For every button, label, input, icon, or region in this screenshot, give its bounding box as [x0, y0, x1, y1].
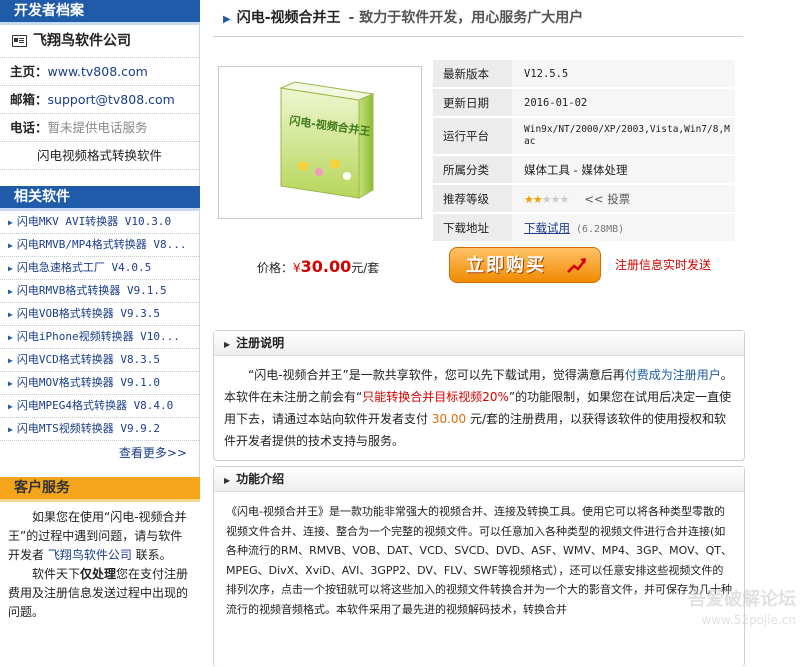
product-image-frame: 闪电-视频合并王: [218, 66, 422, 219]
triangle-bullet-icon: ▶: [8, 264, 13, 273]
developer-profile: 飞翔鸟软件公司 主页：www.tv808.com 邮箱：support@tv80…: [0, 25, 200, 186]
software-box-image: 闪电-视频合并王: [279, 81, 375, 199]
registration-section-header: ▶ 注册说明: [214, 331, 744, 356]
related-software-header: 相关软件: [0, 186, 200, 211]
triangle-bullet-icon: ▶: [8, 333, 13, 342]
customer-service-header: 客户服务: [0, 477, 200, 502]
info-row-rating: 推荐等级 ★★★★★ << 投票: [433, 184, 735, 214]
related-item[interactable]: ▶ 闪电VOB格式转换器 V9.3.5: [0, 303, 199, 326]
related-item[interactable]: ▶ 闪电RMVB格式转换器 V9.1.5: [0, 280, 199, 303]
email-row: 邮箱：support@tv808.com: [0, 86, 199, 114]
triangle-bullet-icon: ▶: [8, 241, 13, 250]
info-row-download: 下载地址 下载试用 (6.28MB): [433, 213, 735, 243]
homepage-link[interactable]: www.tv808.com: [48, 64, 148, 79]
triangle-bullet-icon: ▶: [8, 287, 13, 296]
rating-stars: ★★★★★: [524, 192, 570, 206]
developer-profile-header: 开发者档案: [0, 0, 200, 25]
see-more-link[interactable]: 查看更多>>: [119, 446, 187, 460]
triangle-right-icon: ▶: [223, 14, 231, 25]
company-name: 飞翔鸟软件公司: [0, 25, 199, 57]
star-empty-icon: ★★★: [541, 192, 570, 206]
related-item[interactable]: ▶ 闪电MTS视频转换器 V9.9.2: [0, 418, 199, 441]
related-item[interactable]: ▶ 闪电RMVB/MP4格式转换器 V8...: [0, 234, 199, 257]
trend-arrow-icon: [567, 258, 586, 273]
customer-service-text: 如果您在使用“闪电-视频合并王”的过程中遇到问题，请与软件开发者 飞翔鸟软件公司…: [8, 510, 189, 619]
triangle-bullet-icon: ▶: [8, 218, 13, 227]
vote-link[interactable]: << 投票: [584, 192, 630, 206]
buy-now-button[interactable]: 立即购买: [449, 247, 601, 283]
software-info-table: 最新版本 V12.5.5 更新日期 2016-01-02 运行平台 Win9x/NT/…: [433, 60, 735, 243]
triangle-bullet-icon: ▶: [8, 402, 13, 411]
registration-section: ▶ 注册说明 “闪电-视频合并王”是一款共享软件，您可以先下载试用，觉得满意后再付…: [213, 330, 745, 461]
related-software-list: ▶ 闪电MKV AVI转换器 V10.3.0 ▶ 闪电RMVB/MP4格式转换器 V…: [0, 211, 200, 477]
download-trial-link[interactable]: 下载试用: [524, 221, 570, 235]
product-line: 闪电视频格式转换软件: [0, 142, 199, 170]
triangle-bullet-icon: ▶: [8, 356, 13, 365]
homepage-row: 主页：www.tv808.com: [0, 57, 199, 86]
business-card-icon: [12, 35, 27, 47]
page-title: ▶ 闪电-视频合并王 - 致力于软件开发，用心服务广大用户: [213, 0, 743, 37]
triangle-bullet-icon: ▶: [8, 425, 13, 434]
related-item[interactable]: ▶ 闪电iPhone视频转换器 V10...: [0, 326, 199, 349]
triangle-bullet-icon: ▶: [8, 379, 13, 388]
price: 价格：¥30.00元/套: [257, 257, 380, 276]
registration-note: 注册信息实时发送: [615, 258, 712, 272]
site-watermark: 吾爱破解论坛 www.52pojie.cn: [688, 589, 796, 628]
email-link[interactable]: support@tv808.com: [48, 92, 175, 107]
related-item[interactable]: ▶ 闪电MKV AVI转换器 V10.3.0: [0, 211, 199, 234]
phone-row: 电话：暂未提供电话服务: [0, 114, 199, 142]
related-item[interactable]: ▶ 闪电MPEG4格式转换器 V8.4.0: [0, 395, 199, 418]
info-row-updated: 更新日期 2016-01-02: [433, 88, 735, 118]
developer-link[interactable]: 飞翔鸟软件公司: [48, 548, 132, 562]
features-section-header: ▶ 功能介绍: [214, 467, 744, 492]
related-item[interactable]: ▶ 闪电MOV格式转换器 V9.1.0: [0, 372, 199, 395]
triangle-bullet-icon: ▶: [8, 310, 13, 319]
info-row-version: 最新版本 V12.5.5: [433, 60, 735, 89]
features-section: ▶ 功能介绍 《闪电-视频合并王》是一款功能非常强大的视频合并、连接及转换工具。使…: [213, 466, 745, 667]
info-row-platform: 运行平台 Win9x/NT/2000/XP/2003,Vista,Win7/8,M…: [433, 117, 735, 156]
related-item[interactable]: ▶ 闪电VCD格式转换器 V8.3.5: [0, 349, 199, 372]
triangle-right-icon: ▶: [224, 476, 231, 485]
features-text: 《闪电-视频合并王》是一款功能非常强大的视频合并、连接及转换工具。使用它可以将各…: [226, 505, 733, 616]
registration-text: “闪电-视频合并王”是一款共享软件，您可以先下载试用，觉得满意后再付费成为注册用…: [224, 368, 733, 448]
related-item[interactable]: ▶ 闪电急速格式工厂 V4.0.5: [0, 257, 199, 280]
sidebar: 开发者档案 飞翔鸟软件公司 主页：www.tv808.com 邮箱：suppor…: [0, 0, 200, 632]
info-row-category: 所属分类 媒体工具 - 媒体处理: [433, 155, 735, 185]
more-link-row: 查看更多>>: [0, 441, 199, 465]
main-content: ▶ 闪电-视频合并王 - 致力于软件开发，用心服务广大用户 闪电-视频合并王 最…: [213, 0, 745, 667]
star-icon: ★★: [524, 192, 543, 206]
triangle-right-icon: ▶: [224, 340, 231, 349]
